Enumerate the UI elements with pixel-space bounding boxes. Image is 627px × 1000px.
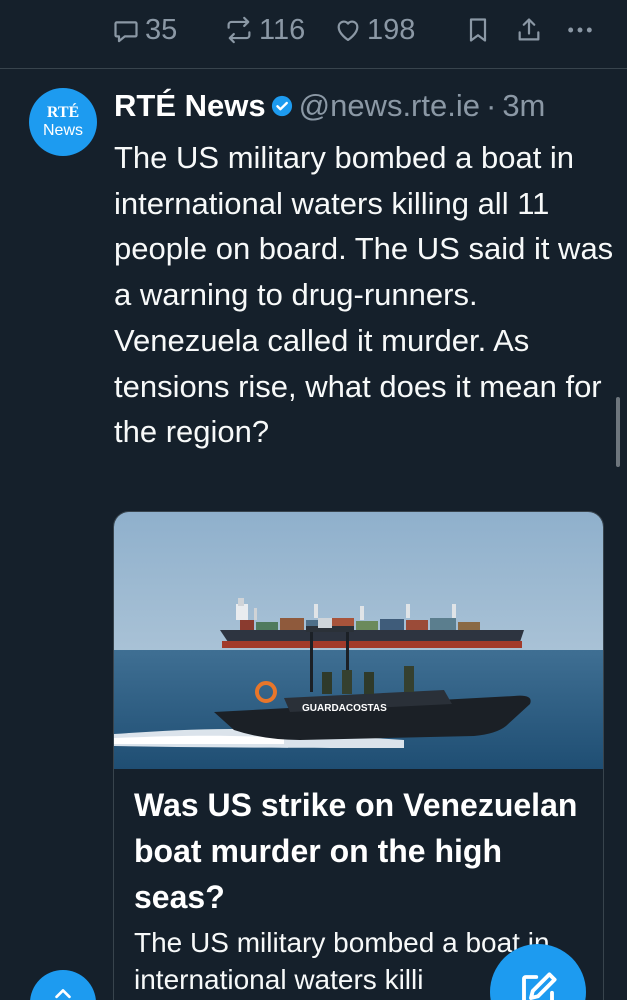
timestamp[interactable]: 3m <box>502 88 545 124</box>
author-name[interactable]: RTÉ News <box>114 88 266 124</box>
divider <box>0 68 627 69</box>
scroll-to-top-button[interactable] <box>30 970 96 1000</box>
card-image: GUARDACOSTAS <box>114 512 603 769</box>
reply-count: 35 <box>145 13 178 46</box>
bookmark-button[interactable] <box>466 10 490 50</box>
scrollbar[interactable] <box>616 397 620 467</box>
timeline: 35 116 198 RTÉ News RTÉ News @news.rte.i… <box>0 0 627 1000</box>
avatar-line1: RTÉ <box>46 104 80 121</box>
like-button[interactable]: 198 <box>334 10 415 50</box>
tweet-text: The US military bombed a boat in interna… <box>114 140 614 450</box>
share-button[interactable] <box>516 10 542 50</box>
heart-icon <box>337 20 359 42</box>
verified-badge <box>271 95 293 117</box>
card-title: Was US strike on Venezuelan boat murder … <box>134 787 578 915</box>
reply-icon <box>114 21 138 43</box>
reply-button[interactable]: 35 <box>112 10 177 50</box>
avatar[interactable]: RTÉ News <box>29 88 97 156</box>
separator-dot: · <box>485 88 497 123</box>
more-icon <box>568 27 592 33</box>
tweet-header: RTÉ News @news.rte.ie · 3m <box>114 84 545 128</box>
author-handle[interactable]: @news.rte.ie <box>299 88 480 124</box>
verified-icon <box>271 95 292 117</box>
bookmark-icon <box>469 18 487 42</box>
retweet-icon <box>227 16 251 44</box>
link-card[interactable]: GUARDACOSTAS Was US strike on Venezuelan… <box>113 511 604 1000</box>
action-bar: 35 116 198 <box>0 0 627 62</box>
more-button[interactable] <box>566 10 594 50</box>
compose-icon <box>522 972 557 1000</box>
scroll-up-icon <box>55 989 71 999</box>
boat-label: GUARDACOSTAS <box>302 703 387 714</box>
retweet-count: 116 <box>259 13 306 46</box>
like-count: 198 <box>367 13 416 46</box>
avatar-line2: News <box>42 122 83 139</box>
retweet-button[interactable]: 116 <box>224 10 305 50</box>
share-icon <box>518 18 540 41</box>
